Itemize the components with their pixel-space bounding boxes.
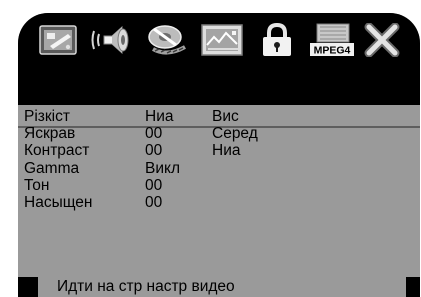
status-footer-bar: Идти на стр настр видео: [18, 277, 420, 297]
setting-value-contrast: 00: [145, 142, 163, 160]
setting-value-brightness: 00: [145, 125, 163, 143]
setting-label-saturation[interactable]: Насыщен: [24, 194, 92, 211]
sharpness-options-list: Вис Серед Ниа: [212, 108, 258, 160]
icon-toolbar: MPEG4: [18, 13, 420, 68]
footer-hint: Идти на стр настр видео: [38, 277, 406, 297]
preference-lock-icon[interactable]: [258, 23, 296, 57]
setting-value-gamma: Викл: [145, 159, 180, 177]
setting-label-hue[interactable]: Тон: [24, 177, 92, 194]
video-settings-panel: Різкіст Яскрав Контраст Gamma Тон Насыще…: [18, 105, 420, 277]
submenu-header-bar: [18, 68, 420, 128]
option-high[interactable]: Вис: [212, 108, 258, 125]
mpeg4-label: MPEG4: [314, 45, 351, 57]
setting-value-hue: 00: [145, 176, 163, 194]
settings-labels-column: Різкіст Яскрав Контраст Gamma Тон Насыще…: [24, 108, 92, 211]
osd-menu-panel: MPEG4 Різкіст Яскрав Контраст Gamma Тон …: [18, 13, 420, 297]
setting-value-saturation: 00: [145, 193, 163, 211]
settings-values-column: Ниа 00 00 Викл 00 00: [145, 108, 180, 211]
exit-icon[interactable]: [364, 23, 400, 57]
setting-label-contrast[interactable]: Контраст: [24, 142, 92, 159]
video-setup-icon[interactable]: [200, 23, 244, 57]
option-low[interactable]: Ниа: [212, 142, 258, 159]
setting-value-sharpness: Ниа: [145, 108, 174, 125]
general-setup-icon[interactable]: [38, 23, 78, 57]
dolby-digital-setup-icon[interactable]: [145, 23, 189, 57]
audio-setup-icon[interactable]: [90, 23, 132, 57]
setting-label-gamma[interactable]: Gamma: [24, 160, 92, 177]
setting-label-brightness[interactable]: Яскрав: [24, 125, 92, 142]
option-medium[interactable]: Серед: [212, 125, 258, 142]
mpeg4-setup-icon[interactable]: MPEG4: [309, 23, 355, 57]
setting-label-sharpness[interactable]: Різкіст: [24, 108, 92, 125]
